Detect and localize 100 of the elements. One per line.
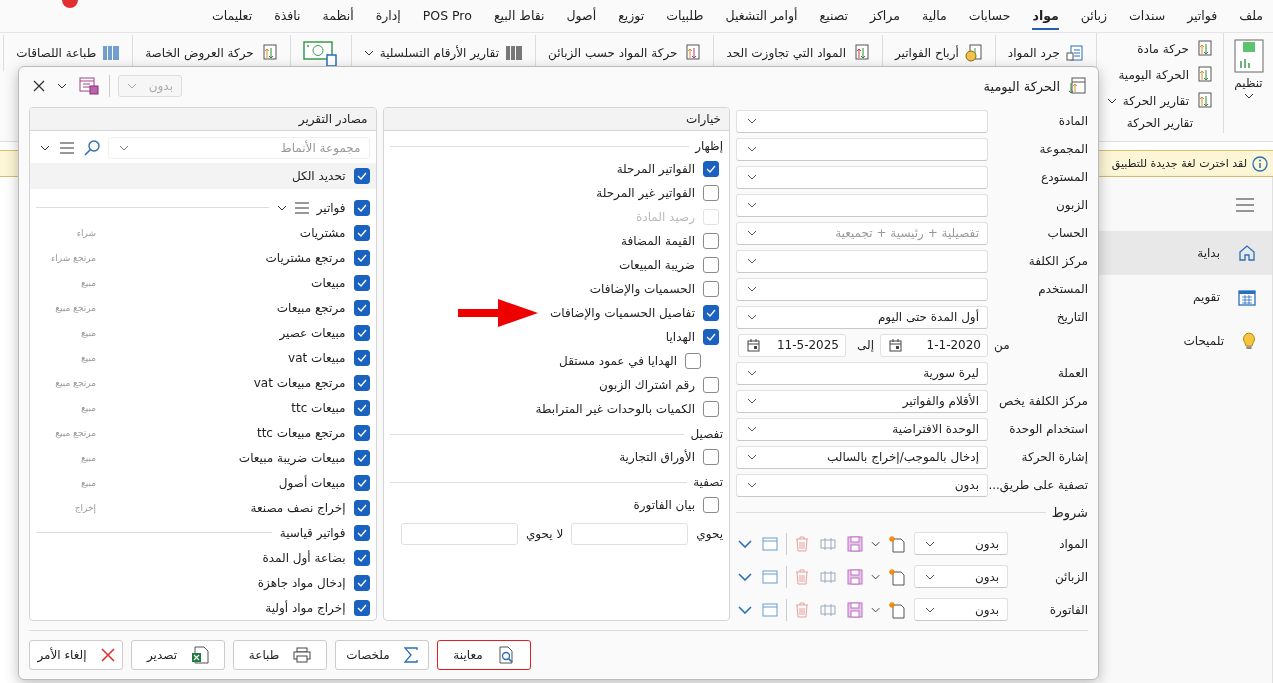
layout-button[interactable]: [77, 75, 101, 97]
menu-item[interactable]: أوامر التشغيل: [725, 2, 798, 30]
checkbox[interactable]: [703, 185, 719, 201]
ribbon-item[interactable]: حركة مادة: [1137, 39, 1213, 58]
menu-item[interactable]: نقاط البيع: [493, 2, 545, 30]
menu-item[interactable]: POS Pro: [422, 2, 472, 30]
arrange-button[interactable]: تنظيم: [1223, 33, 1273, 133]
checkbox[interactable]: [353, 549, 370, 566]
expand-button[interactable]: [736, 570, 754, 583]
ribbon-item[interactable]: تقارير الحركة: [1106, 91, 1213, 110]
dialog-button[interactable]: ملخصات: [335, 640, 429, 670]
document-arrows-icon: [1195, 65, 1213, 84]
dropdown-field[interactable]: [736, 277, 988, 301]
checkbox[interactable]: [353, 399, 370, 416]
checkbox[interactable]: [353, 374, 370, 391]
checkbox[interactable]: [353, 599, 370, 616]
sidebar-item[interactable]: تلميحات: [1099, 319, 1272, 363]
menu-button[interactable]: [58, 140, 76, 156]
checkbox[interactable]: [353, 499, 370, 516]
dropdown-field[interactable]: [736, 137, 988, 161]
dialog-button[interactable]: إلغاء الأمر: [29, 640, 123, 670]
caret-button[interactable]: [55, 81, 69, 91]
dropdown-field[interactable]: [736, 165, 988, 189]
menu-item[interactable]: تعليمات: [211, 2, 253, 30]
menu-item[interactable]: ملف: [1239, 2, 1263, 30]
menu-item[interactable]: أنظمة: [322, 2, 354, 30]
checkbox[interactable]: [353, 474, 370, 491]
dropdown-field[interactable]: إدخال بالموجب/إخراج بالسالب: [736, 445, 988, 469]
menu-item[interactable]: حسابات: [968, 2, 1011, 30]
window-button[interactable]: [760, 534, 780, 553]
checkbox[interactable]: [353, 299, 370, 316]
checkbox[interactable]: [353, 349, 370, 366]
dropdown-field[interactable]: أول المدة حتى اليوم: [736, 305, 988, 329]
save-button[interactable]: [844, 533, 865, 554]
checkbox[interactable]: [703, 233, 719, 249]
save-button[interactable]: [844, 599, 865, 620]
sidebar-item[interactable]: بداية: [1099, 231, 1272, 275]
dropdown-field[interactable]: [736, 193, 988, 217]
checkbox[interactable]: [353, 168, 370, 184]
expand-button[interactable]: [736, 537, 754, 550]
dropdown-field[interactable]: بدون: [736, 473, 988, 497]
checkbox[interactable]: [703, 305, 719, 321]
menu-item[interactable]: أصول: [566, 2, 597, 30]
menu-item[interactable]: مراكز: [870, 2, 900, 30]
checkbox[interactable]: [703, 257, 719, 273]
checkbox[interactable]: [353, 249, 370, 266]
expand-button[interactable]: [736, 603, 754, 616]
menu-icon[interactable]: [294, 201, 309, 214]
dropdown-field[interactable]: الأقلام والفواتير: [736, 389, 988, 413]
menu-item[interactable]: نافذة: [274, 2, 301, 30]
caret-button[interactable]: [38, 143, 52, 153]
window-button[interactable]: [760, 600, 780, 619]
menu-item[interactable]: مالية: [921, 2, 947, 30]
save-button[interactable]: [844, 566, 865, 587]
checkbox[interactable]: [353, 574, 370, 591]
caret-icon[interactable]: [276, 204, 287, 211]
menu-item[interactable]: سندات: [1129, 2, 1166, 30]
close-button[interactable]: [31, 78, 47, 94]
menu-item[interactable]: مواد: [1032, 2, 1059, 30]
checkbox[interactable]: [703, 377, 719, 393]
menu-item[interactable]: تصنيع: [819, 2, 848, 30]
text-field[interactable]: [400, 523, 518, 545]
checkbox[interactable]: [353, 449, 370, 466]
checkbox[interactable]: [703, 497, 719, 513]
dropdown-field[interactable]: [736, 109, 988, 133]
checkbox[interactable]: [353, 324, 370, 341]
menu-item[interactable]: زبائن: [1080, 2, 1108, 30]
dropdown-field[interactable]: [736, 249, 988, 273]
checkbox[interactable]: [703, 281, 719, 297]
checkbox[interactable]: [703, 449, 719, 465]
type-label: مبيع: [79, 277, 96, 288]
dropdown-field[interactable]: بدون: [914, 598, 1009, 621]
menu-item[interactable]: إدارة: [375, 2, 401, 30]
search-button[interactable]: [82, 138, 102, 158]
checkbox[interactable]: [353, 224, 370, 241]
menu-item[interactable]: فواتير: [1187, 2, 1218, 30]
window-button[interactable]: [760, 567, 780, 586]
checkbox[interactable]: [353, 274, 370, 291]
checkbox[interactable]: [353, 199, 370, 216]
checkbox[interactable]: [703, 161, 719, 177]
dropdown-field[interactable]: الوحدة الافتراضية: [736, 417, 988, 441]
menu-item[interactable]: توزيع: [618, 2, 645, 30]
dropdown-field[interactable]: بدون: [914, 532, 1009, 555]
dropdown-field[interactable]: ليرة سورية: [736, 361, 988, 385]
dropdown-field[interactable]: بدون: [914, 565, 1009, 588]
checkbox[interactable]: [353, 424, 370, 441]
checkbox[interactable]: [685, 353, 701, 369]
menu-item[interactable]: طلبيات: [666, 2, 704, 30]
checkbox[interactable]: [353, 524, 370, 541]
date-field[interactable]: 1-1-2020: [880, 333, 988, 357]
dialog-button[interactable]: طباعة: [233, 640, 327, 670]
text-field[interactable]: [571, 523, 689, 545]
menu-button[interactable]: [1236, 195, 1254, 215]
dialog-button[interactable]: معاينة: [437, 640, 531, 670]
checkbox[interactable]: [703, 401, 719, 417]
date-field[interactable]: 11-5-2025: [738, 333, 846, 357]
ribbon-item[interactable]: الحركة اليومية: [1118, 65, 1213, 84]
checkbox[interactable]: [703, 329, 719, 345]
sidebar-item[interactable]: تقويم: [1099, 275, 1272, 319]
dialog-button[interactable]: تصدير: [131, 640, 225, 670]
